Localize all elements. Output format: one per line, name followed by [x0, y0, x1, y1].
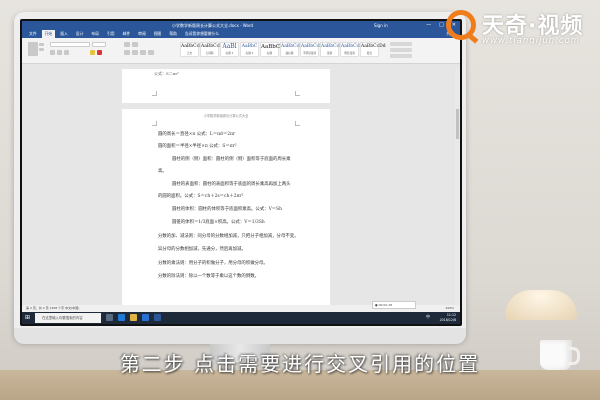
- search-magnifier-logo-icon: [446, 10, 476, 40]
- replace-button[interactable]: [390, 48, 412, 52]
- style-normal[interactable]: AaBbCcDd 正文: [180, 42, 206, 57]
- system-clock[interactable]: 11:12 2018/12/8: [440, 313, 456, 323]
- paragraph-group: [124, 41, 176, 61]
- status-bar: 第 2 页，共 2 页 1258 个字 中文(中国) ● 00:02:18 10…: [22, 301, 460, 312]
- style-emphasis[interactable]: AaBbCcDd 强调: [320, 42, 346, 57]
- document-line[interactable]: 分数的乘法则：用分子的积做分子，用分母的积做分母。: [158, 260, 268, 266]
- bullets-icon[interactable]: [124, 42, 130, 47]
- edge-icon[interactable]: [118, 314, 125, 321]
- align-right-icon[interactable]: [140, 50, 146, 55]
- style-heading-1[interactable]: AaBl 标题 1: [220, 42, 239, 57]
- justify-icon[interactable]: [148, 50, 154, 55]
- tab-mailings[interactable]: 邮件: [120, 30, 134, 38]
- windows-taskbar: ⊞ 在这里输入你要搜索的内容 中 11:12 2018/12/8: [22, 312, 460, 324]
- tell-me-search[interactable]: 告诉我你想要做什么: [182, 30, 222, 38]
- document-line[interactable]: 圆柱的体积：圆柱的体积等于底面积乘高。公式：V＝Sh: [172, 206, 282, 212]
- bold-icon[interactable]: [50, 50, 55, 55]
- input-language-indicator[interactable]: 中: [426, 314, 430, 320]
- italic-icon[interactable]: [57, 50, 62, 55]
- screen-recorder-widget[interactable]: ● 00:02:18: [372, 301, 416, 309]
- page-1-text: 公式：S＝πr²: [154, 71, 179, 76]
- document-line[interactable]: 的圆的面积。公式：S＝ch＋2s＝ch＋2πr²: [158, 193, 243, 199]
- numbering-icon[interactable]: [132, 42, 138, 47]
- document-line[interactable]: 异分母的分数相加减，先通分，然后再加减。: [158, 246, 246, 252]
- font-size-select[interactable]: [92, 42, 106, 47]
- minimize-icon[interactable]: —: [426, 21, 431, 30]
- page-1[interactable]: 公式：S＝πr²: [122, 69, 330, 103]
- document-line[interactable]: 高。: [158, 168, 167, 174]
- document-line[interactable]: 圆柱的侧（侧）面积：圆柱的侧（侧）面积等于底面的周长乘: [172, 156, 291, 162]
- screen: 小学数学新版周长计算公式大全.docx - Word Sign in — □ ✕…: [22, 21, 460, 324]
- tab-file[interactable]: 文件: [26, 30, 40, 38]
- style-subtle-emphasis[interactable]: AaBbCcDd 不明显强调: [300, 42, 326, 57]
- sign-in-link[interactable]: Sign in: [374, 21, 388, 30]
- store-icon[interactable]: [142, 314, 149, 321]
- underline-icon[interactable]: [64, 50, 69, 55]
- tab-insert[interactable]: 插入: [57, 30, 71, 38]
- tab-help[interactable]: 帮助: [166, 30, 180, 38]
- document-line[interactable]: 圆柱的表面积：圆柱的表面积等于底面的周长乘高再加上两头: [172, 181, 291, 187]
- style-strong[interactable]: AaBbCcDd 要点: [360, 42, 386, 57]
- monitor-chin: [14, 328, 466, 344]
- copy-icon[interactable]: [39, 48, 44, 51]
- word-title-bar: 小学数学新版周长计算公式大全.docx - Word Sign in — □ ✕: [22, 21, 460, 30]
- highlight-icon[interactable]: [90, 50, 95, 55]
- page-header: 小学数学新版周长计算公式大全: [203, 114, 249, 118]
- clipboard-group: [26, 41, 46, 61]
- tab-layout[interactable]: 布局: [88, 30, 102, 38]
- document-line[interactable]: 圆的面积＝半径×半径×π 公式：S＝πr²: [158, 143, 236, 149]
- status-text: 第 2 页，共 2 页 1258 个字 中文(中国): [26, 306, 80, 310]
- find-button[interactable]: [390, 42, 412, 46]
- tab-references[interactable]: 引用: [104, 30, 118, 38]
- ribbon-tabs: 文件 开始 插入 设计 布局 引用 邮件 审阅 视图 帮助 告诉我你想要做什么 …: [22, 30, 460, 38]
- tutorial-caption: 第二步 点击需要进行交叉引用的位置: [119, 352, 481, 376]
- document-line[interactable]: 分数的加、减法则：同分母的分数相加减，只把分子相加减，分母不变。: [158, 233, 299, 239]
- brand-url: www.tianqijun.com: [482, 36, 581, 46]
- windows-start-icon[interactable]: ⊞: [25, 314, 33, 322]
- maximize-icon[interactable]: □: [439, 21, 444, 30]
- page-margin-marker: [295, 121, 300, 126]
- tab-review[interactable]: 审阅: [135, 30, 149, 38]
- taskbar-pinned-apps: [106, 314, 161, 321]
- align-center-icon[interactable]: [132, 50, 138, 55]
- style-no-spacing[interactable]: AaBbCcDd 无间隔: [200, 42, 226, 57]
- style-heading-2[interactable]: AaBbC 标题 2: [240, 42, 259, 57]
- font-name-select[interactable]: [50, 42, 90, 47]
- zoom-level[interactable]: 100%: [445, 305, 454, 312]
- tab-home[interactable]: 开始: [41, 30, 56, 38]
- document-area: 公式：S＝πr² 小学数学新版周长计算公式大全 圆的周长＝直径×π 公式：L＝π…: [22, 69, 460, 319]
- style-title[interactable]: AaBbC 标题: [260, 42, 280, 57]
- font-color-icon[interactable]: [97, 50, 102, 55]
- taskbar-search-input[interactable]: 在这里输入你要搜索的内容: [35, 313, 101, 323]
- page-2[interactable]: 小学数学新版周长计算公式大全 圆的周长＝直径×π 公式：L＝πd＝2πr 圆的面…: [122, 109, 330, 319]
- brand-logo: 天奇·视频 www.tianqijun.com: [446, 8, 596, 54]
- task-view-icon[interactable]: [106, 314, 113, 321]
- align-left-icon[interactable]: [124, 50, 130, 55]
- style-intense-emphasis[interactable]: AaBbCcDd 明显强调: [340, 42, 366, 57]
- document-line[interactable]: 圆锥的体积＝1/3底面×积高。公式：V＝1/3Sh: [172, 219, 265, 225]
- document-line[interactable]: 圆的周长＝直径×π 公式：L＝πd＝2πr: [158, 131, 235, 137]
- style-subtitle[interactable]: AaBbCcDd 副标题: [280, 42, 306, 57]
- scrollbar-thumb[interactable]: [456, 109, 459, 139]
- tab-design[interactable]: 设计: [73, 30, 87, 38]
- page-margin-marker: [295, 91, 300, 96]
- file-explorer-icon[interactable]: [130, 314, 137, 321]
- tab-view[interactable]: 视图: [151, 30, 165, 38]
- editing-group: [386, 41, 446, 61]
- word-icon[interactable]: [154, 314, 161, 321]
- vertical-scrollbar[interactable]: [455, 69, 460, 313]
- document-title: 小学数学新版周长计算公式大全.docx - Word: [172, 23, 254, 28]
- cut-icon[interactable]: [39, 43, 44, 46]
- select-button[interactable]: [390, 54, 412, 58]
- document-line[interactable]: 分数的除法则：除以一个数等于乘以这个数的倒数。: [158, 273, 259, 279]
- page-margin-marker: [152, 91, 157, 96]
- ribbon: AaBbCcDd 正文 AaBbCcDd 无间隔 AaBl 标题 1 AaBbC 标题 …: [22, 38, 460, 64]
- page-margin-marker: [152, 121, 157, 126]
- paste-icon[interactable]: [28, 42, 38, 56]
- font-group: [50, 41, 120, 61]
